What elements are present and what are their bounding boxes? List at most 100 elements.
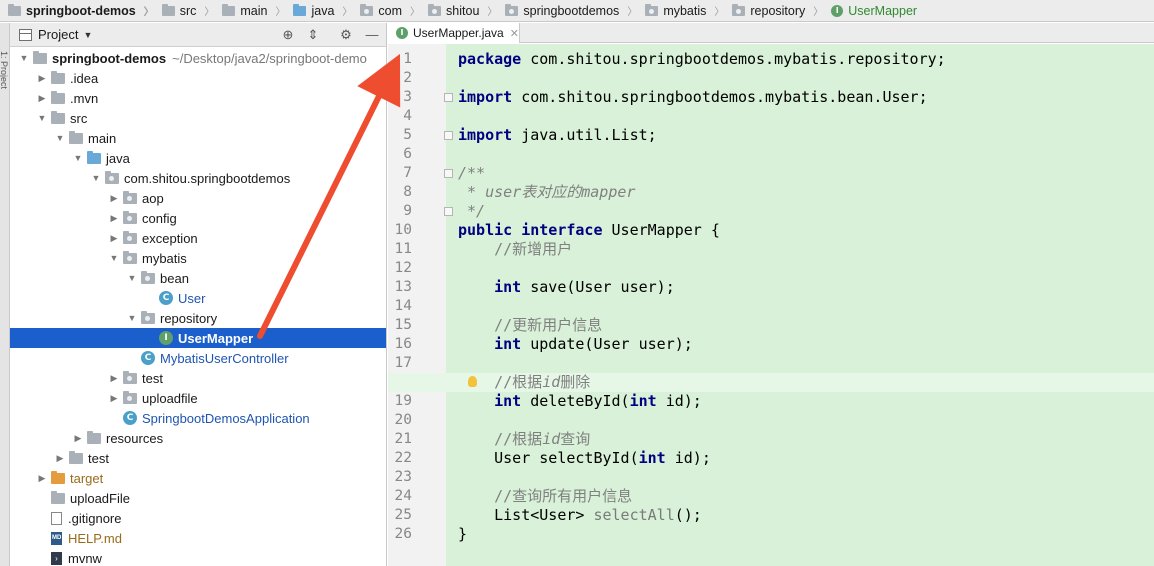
code-line[interactable]: int save(User user); (458, 278, 675, 297)
chevron-right-icon[interactable]: ▶ (36, 473, 48, 484)
tree-item[interactable]: ▼ java (10, 148, 386, 168)
chevron-right-icon: 〉 (813, 7, 824, 18)
package-icon (505, 3, 519, 16)
breadcrumb-item[interactable]: mybatis 〉 (641, 0, 728, 21)
tool-window-strip[interactable]: 1: Project (0, 23, 10, 566)
chevron-right-icon[interactable]: ▶ (36, 73, 48, 84)
chevron-right-icon[interactable]: ▶ (108, 393, 120, 404)
folder-icon (161, 3, 175, 16)
breadcrumb-item[interactable]: shitou 〉 (424, 0, 501, 21)
tree-item[interactable]: ▶ .idea (10, 68, 386, 88)
tree-item[interactable]: ▼ main (10, 128, 386, 148)
tree-item-label: mvnw (68, 550, 102, 566)
code-line[interactable]: //根据id查询 (458, 430, 590, 449)
fold-marker-icon[interactable] (444, 207, 453, 216)
code-line[interactable]: User selectById(int id); (458, 449, 711, 468)
breadcrumb-item[interactable]: springbootdemos 〉 (501, 0, 641, 21)
tree-item[interactable]: C User (10, 288, 386, 308)
lightbulb-icon[interactable] (468, 376, 477, 387)
code-token: //新增用户 (458, 240, 573, 258)
breadcrumb-item[interactable]: java 〉 (289, 0, 356, 21)
tree-item[interactable]: ▶ config (10, 208, 386, 228)
chevron-right-icon[interactable]: ▶ (108, 233, 120, 244)
locate-icon[interactable]: ⊕ (280, 27, 296, 43)
code-line[interactable]: import java.util.List; (458, 126, 657, 145)
code-line[interactable]: //更新用户信息 (458, 316, 602, 335)
chevron-down-icon[interactable]: ▼ (54, 133, 66, 143)
breadcrumb-item[interactable]: src 〉 (158, 0, 219, 21)
tree-item[interactable]: ▼ mybatis (10, 248, 386, 268)
folder-icon (51, 90, 65, 104)
tree-item[interactable]: ▼ com.shitou.springbootdemos (10, 168, 386, 188)
tree-item-label: test (88, 450, 109, 466)
tree-item[interactable]: .gitignore (10, 508, 386, 528)
tree-item[interactable]: ▼ repository (10, 308, 386, 328)
minimize-icon[interactable]: — (364, 27, 380, 43)
code-line[interactable]: /** (458, 164, 485, 183)
project-tool-window-button[interactable]: 1: Project (0, 51, 9, 89)
fold-marker-icon[interactable] (444, 131, 453, 140)
chevron-down-icon[interactable]: ▼ (83, 30, 92, 40)
code-line[interactable]: //新增用户 (458, 240, 572, 259)
code-line[interactable]: * user表对应的mapper (458, 183, 635, 202)
chevron-right-icon[interactable]: ▶ (36, 93, 48, 104)
code-line[interactable]: public interface UserMapper { (458, 221, 720, 240)
chevron-down-icon[interactable]: ▼ (90, 173, 102, 183)
chevron-right-icon[interactable]: ▶ (72, 433, 84, 444)
chevron-down-icon[interactable]: ▼ (126, 273, 138, 283)
fold-marker-icon[interactable] (444, 93, 453, 102)
close-icon[interactable]: ✕ (510, 27, 519, 40)
folder-icon (33, 50, 47, 64)
code-line[interactable]: import com.shitou.springbootdemos.mybati… (458, 88, 928, 107)
collapse-all-icon[interactable]: ⇕ (305, 27, 321, 43)
project-panel-title[interactable]: Project (38, 27, 78, 42)
tree-item[interactable]: ▶ aop (10, 188, 386, 208)
breadcrumb-item[interactable]: main 〉 (218, 0, 289, 21)
code-token: id (542, 373, 561, 391)
tree-item[interactable]: ▶ .mvn (10, 88, 386, 108)
chevron-right-icon[interactable]: ▶ (54, 453, 66, 464)
code-line[interactable]: package com.shitou.springbootdemos.mybat… (458, 50, 946, 69)
breadcrumb-item[interactable]: I UserMapper (827, 0, 921, 21)
code-line[interactable]: //根据id删除 (458, 373, 590, 392)
tree-item[interactable]: C MybatisUserController (10, 348, 386, 368)
code-line[interactable]: */ (458, 202, 485, 221)
tab-usermapper-java[interactable]: I UserMapper.java ✕ (388, 23, 520, 43)
breadcrumb-item[interactable]: com 〉 (356, 0, 424, 21)
chevron-right-icon[interactable]: ▶ (108, 373, 120, 384)
chevron-down-icon[interactable]: ▼ (108, 253, 120, 263)
chevron-right-icon[interactable]: ▶ (108, 213, 120, 224)
tree-item-label: .gitignore (68, 510, 122, 526)
tree-item[interactable]: ▼ src (10, 108, 386, 128)
breadcrumb-item[interactable]: repository 〉 (728, 0, 827, 21)
code-line[interactable]: //查询所有用户信息 (458, 487, 632, 506)
breadcrumb-item[interactable]: springboot-demos 〉 (4, 0, 158, 21)
tree-item[interactable]: I UserMapper (10, 328, 386, 348)
tree-item[interactable]: ▶ test (10, 368, 386, 388)
tree-item[interactable]: ▼ bean (10, 268, 386, 288)
chevron-down-icon[interactable]: ▼ (72, 153, 84, 163)
fold-marker-icon[interactable] (444, 169, 453, 178)
tree-item[interactable]: ▶ target (10, 468, 386, 488)
chevron-down-icon[interactable]: ▼ (18, 53, 30, 63)
code-token: import (458, 126, 513, 144)
chevron-down-icon[interactable]: ▼ (36, 113, 48, 123)
code-line[interactable]: int update(User user); (458, 335, 693, 354)
code-line[interactable]: } (458, 525, 467, 544)
tree-item[interactable]: MD HELP.md (10, 528, 386, 548)
tree-item[interactable]: C SpringbootDemosApplication (10, 408, 386, 428)
chevron-down-icon[interactable]: ▼ (126, 313, 138, 323)
code-line[interactable]: List<User> selectAll(); (458, 506, 702, 525)
tree-item[interactable]: uploadFile (10, 488, 386, 508)
tree-item[interactable]: ▶ uploadfile (10, 388, 386, 408)
code-line[interactable]: int deleteById(int id); (458, 392, 702, 411)
chevron-right-icon[interactable]: ▶ (108, 193, 120, 204)
gear-icon[interactable]: ⚙ (338, 27, 354, 43)
tree-item[interactable]: ▶ exception (10, 228, 386, 248)
editor: I UserMapper.java ✕ 1 2 3 4 5 6 7 8 9 10 11 12 13 14 1… (388, 23, 1154, 566)
tree-item[interactable]: ▼ springboot-demos ~/Desktop/java2/springb… (10, 48, 386, 68)
tree-item[interactable]: ▶ test (10, 448, 386, 468)
terminal-file-icon: › (51, 551, 62, 565)
tree-item[interactable]: › mvnw (10, 548, 386, 566)
tree-item[interactable]: ▶ resources (10, 428, 386, 448)
